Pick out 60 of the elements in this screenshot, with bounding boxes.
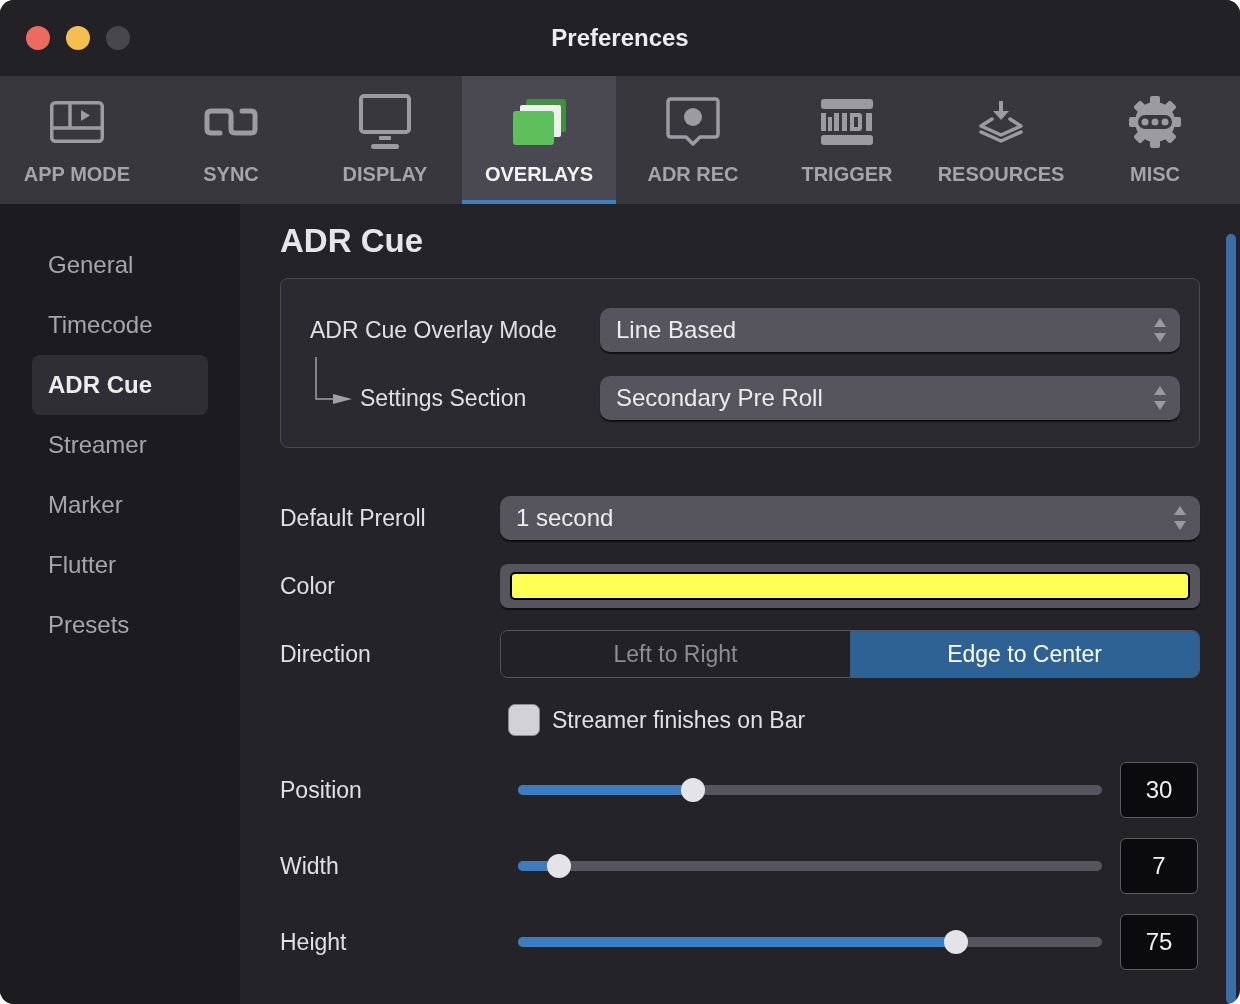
sidebar-item[interactable]: Flutter [32, 535, 208, 595]
value-field[interactable]: 30 [1120, 762, 1198, 818]
sidebar-item[interactable]: ADR Cue [32, 355, 208, 415]
connector-arrow [315, 357, 352, 404]
updown-arrows-icon [1174, 506, 1186, 530]
toolbar-tab[interactable]: RESOURCES [924, 76, 1078, 204]
toolbar-tab[interactable]: ADR REC [616, 76, 770, 204]
window-title: Preferences [551, 23, 689, 53]
toolbar-tab[interactable]: MISC [1078, 76, 1232, 204]
stacked-layers-icon [512, 99, 566, 145]
field-label: Position [280, 775, 363, 805]
toolbar-tab[interactable]: APP MODE [0, 76, 154, 204]
checkbox-label: Streamer finishes on Bar [552, 705, 806, 735]
updown-arrows-icon [1154, 318, 1166, 342]
toolbar-tab[interactable]: DISPLAY [308, 76, 462, 204]
close-button[interactable] [26, 26, 50, 50]
monitor-icon [359, 94, 411, 150]
field-label: Height [280, 927, 348, 957]
sidebar-item[interactable]: Streamer [32, 415, 208, 475]
dropdown[interactable]: Line Based [600, 308, 1180, 352]
slider-thumb[interactable] [944, 930, 968, 954]
download-tray-icon [978, 101, 1024, 143]
field-label: Settings Section [360, 383, 528, 413]
link-icon [204, 107, 258, 137]
updown-arrows-icon [1154, 386, 1166, 410]
segment-option[interactable]: Edge to Center [850, 631, 1199, 677]
toolbar-tab[interactable]: TRIGGER [770, 76, 924, 204]
field-label: Width [280, 851, 340, 881]
slider-track[interactable] [518, 937, 1102, 947]
sidebar-item[interactable]: General [32, 235, 208, 295]
dropdown[interactable]: Secondary Pre Roll [600, 376, 1180, 420]
toolbar-tab[interactable]: SYNC [154, 76, 308, 204]
scrollbar[interactable] [1226, 234, 1236, 1004]
slider[interactable] [518, 778, 1102, 802]
field-label: ADR Cue Overlay Mode [310, 315, 558, 345]
field-label: Color [280, 571, 336, 601]
value-field[interactable]: 75 [1120, 914, 1198, 970]
slider-thumb[interactable] [546, 854, 571, 878]
toolbar-tab[interactable]: OVERLAYS [462, 76, 616, 204]
color-well[interactable] [500, 564, 1200, 608]
field-label: Default Preroll [280, 503, 427, 533]
value-field[interactable]: 7 [1120, 838, 1198, 894]
slider-track[interactable] [518, 785, 1102, 795]
dropdown[interactable]: 1 second [500, 496, 1200, 540]
slider[interactable] [518, 930, 1102, 954]
slider[interactable] [518, 854, 1102, 878]
video-layout-icon [50, 101, 104, 143]
gear-icon [1128, 95, 1182, 149]
field-label: Direction [280, 639, 372, 669]
checkbox[interactable] [508, 704, 540, 736]
segmented-control[interactable]: Left to Right Edge to Center [500, 630, 1200, 678]
minimize-button[interactable] [66, 26, 90, 50]
slider-track[interactable] [518, 861, 1102, 871]
speech-bubble-icon [666, 97, 720, 147]
sidebar-item[interactable]: Marker [32, 475, 208, 535]
midi-icon [821, 99, 873, 145]
section-title: ADR Cue [280, 221, 424, 261]
slider-thumb[interactable] [681, 778, 706, 802]
sidebar-item[interactable]: Timecode [32, 295, 208, 355]
sidebar-item[interactable]: Presets [32, 595, 208, 655]
